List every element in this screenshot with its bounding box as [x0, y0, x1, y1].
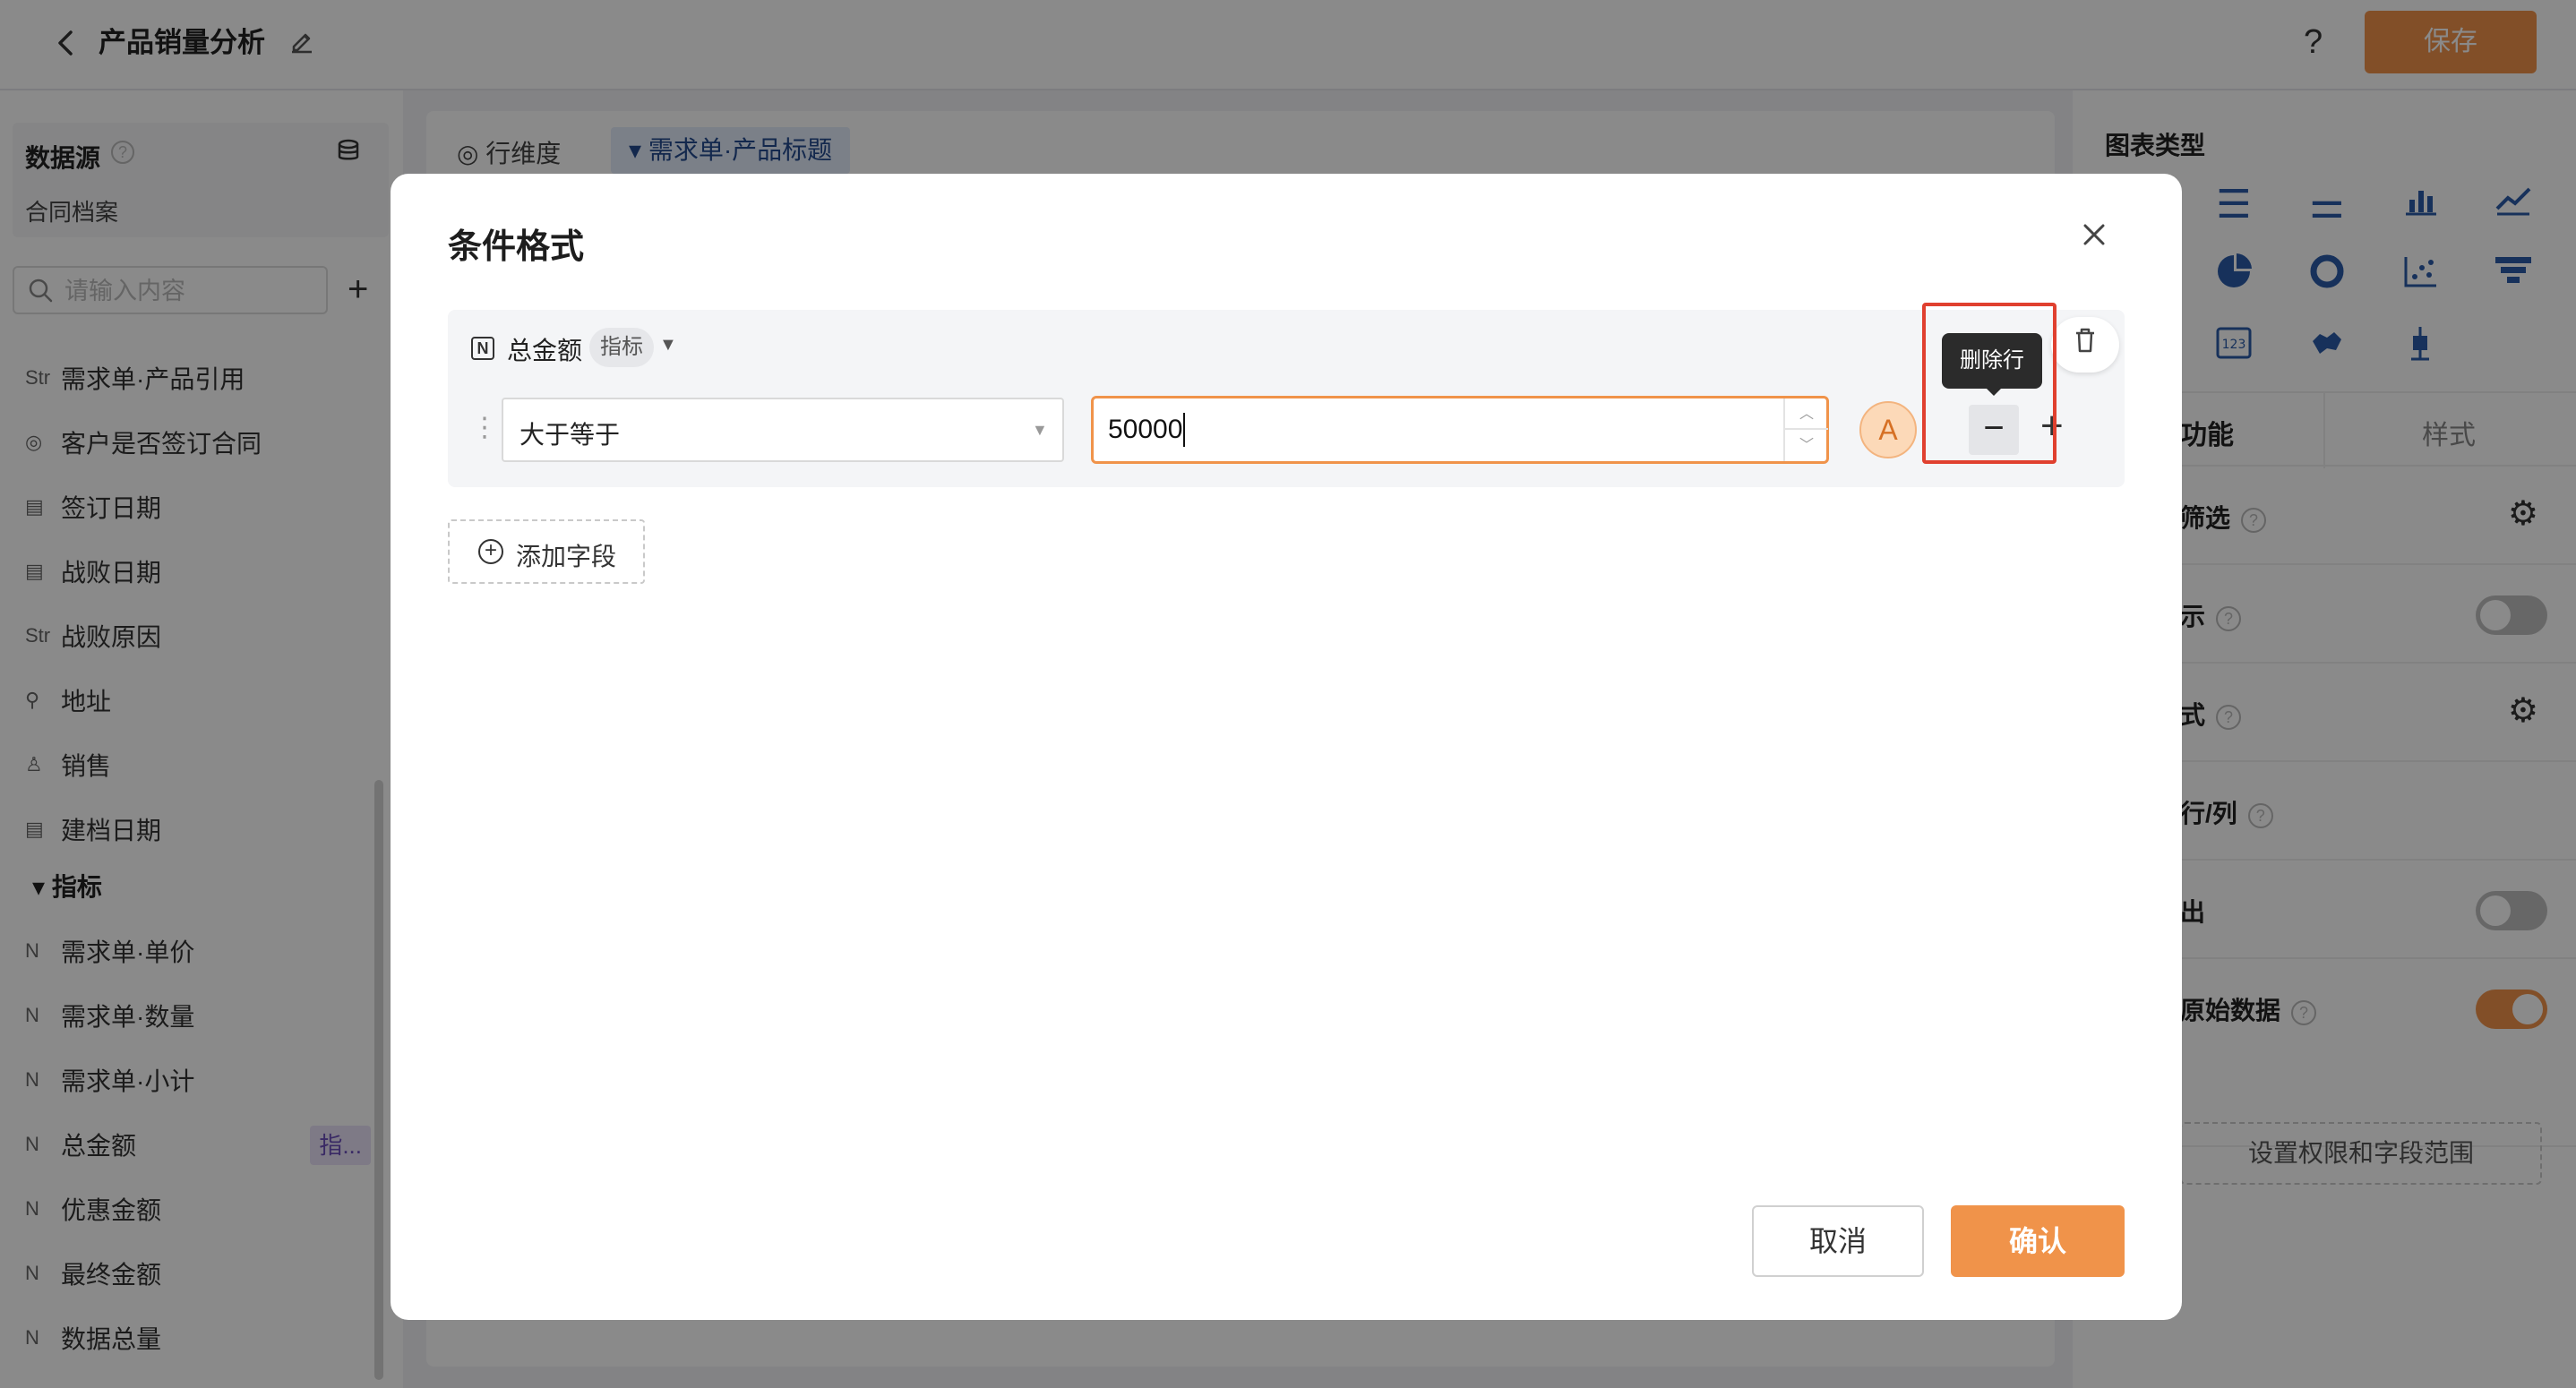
conditional-format-dialog: 条件格式 N 总金额 指标 ▼ ⋮⋮ 大于等于 ▼ 50000 ︿ ﹀ A − …	[391, 174, 2182, 1320]
condition-panel: N 总金额 指标 ▼ ⋮⋮ 大于等于 ▼ 50000 ︿ ﹀ A − +	[448, 310, 2125, 487]
add-field-button[interactable]: + 添加字段	[448, 519, 645, 584]
operator-select[interactable]: 大于等于 ▼	[502, 398, 1064, 462]
highlight-annotation	[1922, 303, 2057, 464]
operator-value: 大于等于	[519, 421, 621, 449]
close-icon	[2083, 224, 2105, 245]
step-down-icon[interactable]: ﹀	[1785, 430, 1828, 461]
delete-condition-button[interactable]	[2051, 317, 2119, 373]
confirm-button[interactable]: 确认	[1951, 1205, 2125, 1277]
dialog-title: 条件格式	[448, 228, 585, 266]
text-style-button[interactable]: A	[1859, 401, 1917, 458]
plus-circle-icon: +	[478, 539, 503, 564]
threshold-value: 50000	[1108, 415, 1183, 444]
text-caret	[1183, 413, 1185, 447]
number-stepper: ︿ ﹀	[1783, 398, 1828, 461]
numeric-field-icon: N	[471, 337, 494, 360]
step-up-icon[interactable]: ︿	[1785, 398, 1828, 430]
close-button[interactable]	[2082, 215, 2107, 254]
cancel-button[interactable]: 取消	[1752, 1205, 1924, 1277]
field-type-badge: 指标	[589, 328, 654, 367]
field-dropdown-caret-icon[interactable]: ▼	[659, 335, 677, 356]
trash-icon	[2076, 328, 2094, 353]
add-field-label: 添加字段	[516, 543, 617, 570]
threshold-input[interactable]: 50000 ︿ ﹀	[1091, 396, 1829, 464]
condition-field-name: 总金额	[507, 337, 583, 364]
chevron-down-icon: ▼	[1032, 421, 1048, 439]
